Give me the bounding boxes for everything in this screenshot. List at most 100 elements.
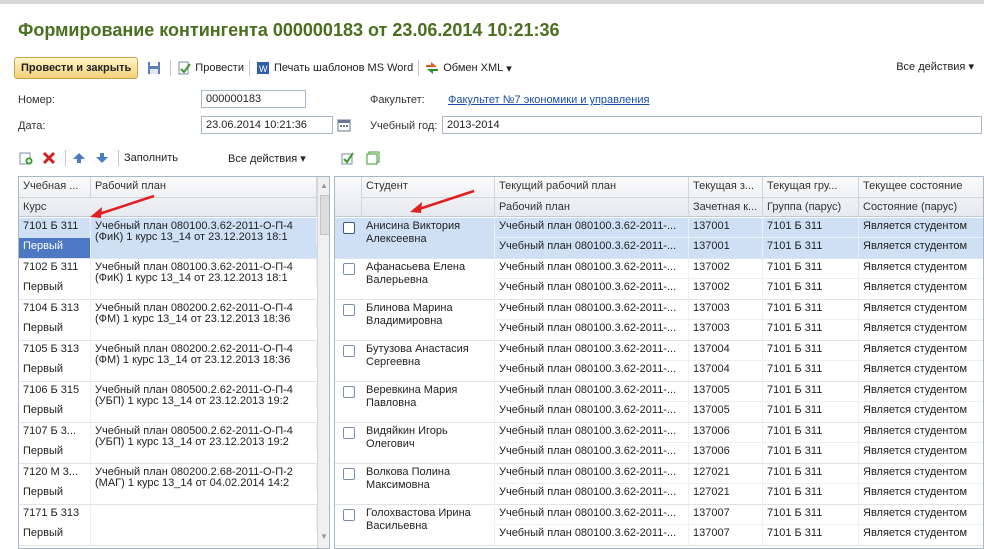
table-row[interactable]: 7171 Б 313 Первый (19, 505, 317, 546)
current-group-cell: 7101 Б 311 (763, 218, 859, 238)
row-checkbox[interactable] (343, 345, 355, 357)
column-subheader-group[interactable]: Группа (парус) (763, 197, 859, 217)
current-plan-cell: Учебный план 080100.3.62-2011-... (495, 505, 689, 525)
table-row[interactable]: 7107 Б 3... Первый Учебный план 080500.2.6… (19, 423, 317, 464)
scroll-up-icon[interactable]: ▲ (320, 181, 328, 190)
current-group-cell: 7101 Б 311 (763, 423, 859, 443)
word-icon: W (255, 60, 271, 76)
column-header-record-book[interactable]: Текущая з... (689, 177, 763, 197)
current-plan-cell: Учебный план 080100.3.62-2011-... (495, 423, 689, 443)
record-book-cell: 137002 (689, 259, 763, 279)
move-down-icon[interactable] (94, 150, 110, 166)
course-cell: Первый (19, 320, 91, 340)
toolbar-separator (118, 150, 119, 166)
scroll-down-icon[interactable]: ▼ (320, 532, 328, 541)
add-row-icon[interactable] (18, 150, 34, 166)
xml-exchange-button[interactable]: Обмен XML ▾ (424, 60, 512, 76)
table-row[interactable]: Видяйкин Игорь Олегович Учебный план 0801… (335, 423, 983, 464)
year-label: Учебный год: (370, 120, 438, 132)
current-group-cell-parus: 7101 Б 311 (763, 402, 859, 422)
table-row[interactable]: Голохвастова Ирина Васильевна Учебный пла… (335, 505, 983, 546)
table-row[interactable]: 7105 Б 313 Первый Учебный план 080200.2.62… (19, 341, 317, 382)
record-book-cell-parus: 137006 (689, 443, 763, 463)
column-header-group[interactable]: Учебная ... (19, 177, 91, 197)
uncheck-all-icon[interactable] (365, 150, 381, 166)
group-cell: 7102 Б 311 (19, 259, 91, 279)
current-group-cell: 7101 Б 311 (763, 464, 859, 484)
current-group-cell-parus: 7101 Б 311 (763, 484, 859, 504)
row-checkbox[interactable] (343, 304, 355, 316)
page-title: Формирование контингента 000000183 от 23… (18, 20, 560, 40)
column-header-current-plan[interactable]: Текущий рабочий план (495, 177, 689, 197)
table-row[interactable]: 7106 Б 315 Первый Учебный план 080500.2.62… (19, 382, 317, 423)
xml-exchange-label: Обмен XML (443, 62, 504, 74)
column-header-student[interactable]: Студент (362, 177, 495, 197)
table-row[interactable]: Блинова Марина Владимировна Учебный план … (335, 300, 983, 341)
toolbar-separator (418, 60, 420, 76)
number-field[interactable] (201, 90, 306, 108)
left-all-actions-menu[interactable]: Все действия ▾ (228, 152, 306, 165)
row-checkbox[interactable] (343, 468, 355, 480)
current-state-cell: Является студентом (859, 505, 983, 525)
check-all-icon[interactable] (340, 150, 356, 166)
table-row[interactable]: Волкова Полина Максимовна Учебный план 08… (335, 464, 983, 505)
right-table-toolbar (340, 148, 400, 168)
column-subheader-plan[interactable]: Рабочий план (495, 197, 689, 217)
column-subheader-record-book[interactable]: Зачетная к... (689, 197, 763, 217)
table-row[interactable]: 7101 Б 311 Первый Учебный план 080100.3.62… (19, 218, 317, 259)
calendar-icon[interactable] (337, 118, 351, 132)
row-checkbox[interactable] (343, 427, 355, 439)
table-row[interactable]: Анисина Виктория Алексеевна Учебный план … (335, 218, 983, 259)
table-row[interactable]: 7104 Б 313 Первый Учебный план 080200.2.62… (19, 300, 317, 341)
svg-text:W: W (259, 64, 268, 74)
move-up-icon[interactable] (71, 150, 87, 166)
year-field[interactable] (442, 116, 982, 134)
current-plan-cell-parus: Учебный план 080100.3.62-2011-... (495, 484, 689, 504)
current-plan-cell-parus: Учебный план 080100.3.62-2011-... (495, 320, 689, 340)
scroll-thumb[interactable] (320, 195, 329, 235)
table-row[interactable]: 7102 Б 311 Первый Учебный план 080100.3.62… (19, 259, 317, 300)
column-subheader-state[interactable]: Состояние (парус) (859, 197, 983, 217)
row-checkbox[interactable] (343, 509, 355, 521)
record-book-cell: 137005 (689, 382, 763, 402)
current-group-cell-parus: 7101 Б 311 (763, 525, 859, 545)
post-and-close-button[interactable]: Провести и закрыть (14, 57, 139, 79)
row-checkbox[interactable] (343, 263, 355, 275)
print-word-button[interactable]: W Печать шаблонов MS Word (255, 60, 413, 76)
row-checkbox[interactable] (343, 386, 355, 398)
delete-icon[interactable] (41, 150, 57, 166)
plan-cell: Учебный план 080100.3.62-2011-О-П-4 (91, 218, 317, 232)
current-plan-cell-parus: Учебный план 080100.3.62-2011-... (495, 402, 689, 422)
current-group-cell: 7101 Б 311 (763, 341, 859, 361)
table-row[interactable]: Афанасьева Елена Валерьевна Учебный план … (335, 259, 983, 300)
faculty-link[interactable]: Факультет №7 экономики и управления (448, 94, 649, 106)
save-icon[interactable] (146, 60, 162, 76)
course-cell: Первый (19, 361, 91, 381)
table-row[interactable]: 7120 М 3... Первый Учебный план 080200.2.6… (19, 464, 317, 505)
record-book-cell: 127021 (689, 464, 763, 484)
course-cell: Первый (19, 443, 91, 463)
course-cell: Первый (19, 238, 91, 258)
students-table-header: Студент Текущий рабочий план Текущая з..… (335, 177, 983, 217)
row-checkbox[interactable] (343, 222, 355, 234)
all-actions-label: Все действия (896, 61, 966, 73)
left-table-scrollbar[interactable]: ▲ ▼ (317, 177, 329, 548)
plan-cell-line2: (ФМ) 1 курс 13_14 от 23.12.2013 18:36 (91, 313, 317, 327)
current-plan-cell-parus: Учебный план 080100.3.62-2011-... (495, 361, 689, 381)
exchange-icon (424, 60, 440, 76)
post-button[interactable]: Провести (176, 60, 244, 76)
table-row[interactable]: Бутузова Анастасия Сергеевна Учебный план… (335, 341, 983, 382)
column-header-plan[interactable]: Рабочий план (91, 177, 317, 197)
current-state-cell: Является студентом (859, 259, 983, 279)
fill-button[interactable]: Заполнить (124, 152, 178, 164)
all-actions-menu[interactable]: Все действия ▾ (896, 60, 974, 73)
column-header-course[interactable]: Курс (19, 197, 317, 217)
plan-cell-line2: (ФМ) 1 курс 13_14 от 23.12.2013 18:36 (91, 354, 317, 368)
current-state-cell-parus: Является студентом (859, 279, 983, 299)
post-icon (176, 60, 192, 76)
table-row[interactable]: Веревкина Мария Павловна Учебный план 080… (335, 382, 983, 423)
date-field[interactable] (201, 116, 333, 134)
column-header-current-state[interactable]: Текущее состояние (859, 177, 983, 197)
column-header-current-group[interactable]: Текущая гру... (763, 177, 859, 197)
dropdown-arrow-icon: ▾ (968, 61, 974, 73)
